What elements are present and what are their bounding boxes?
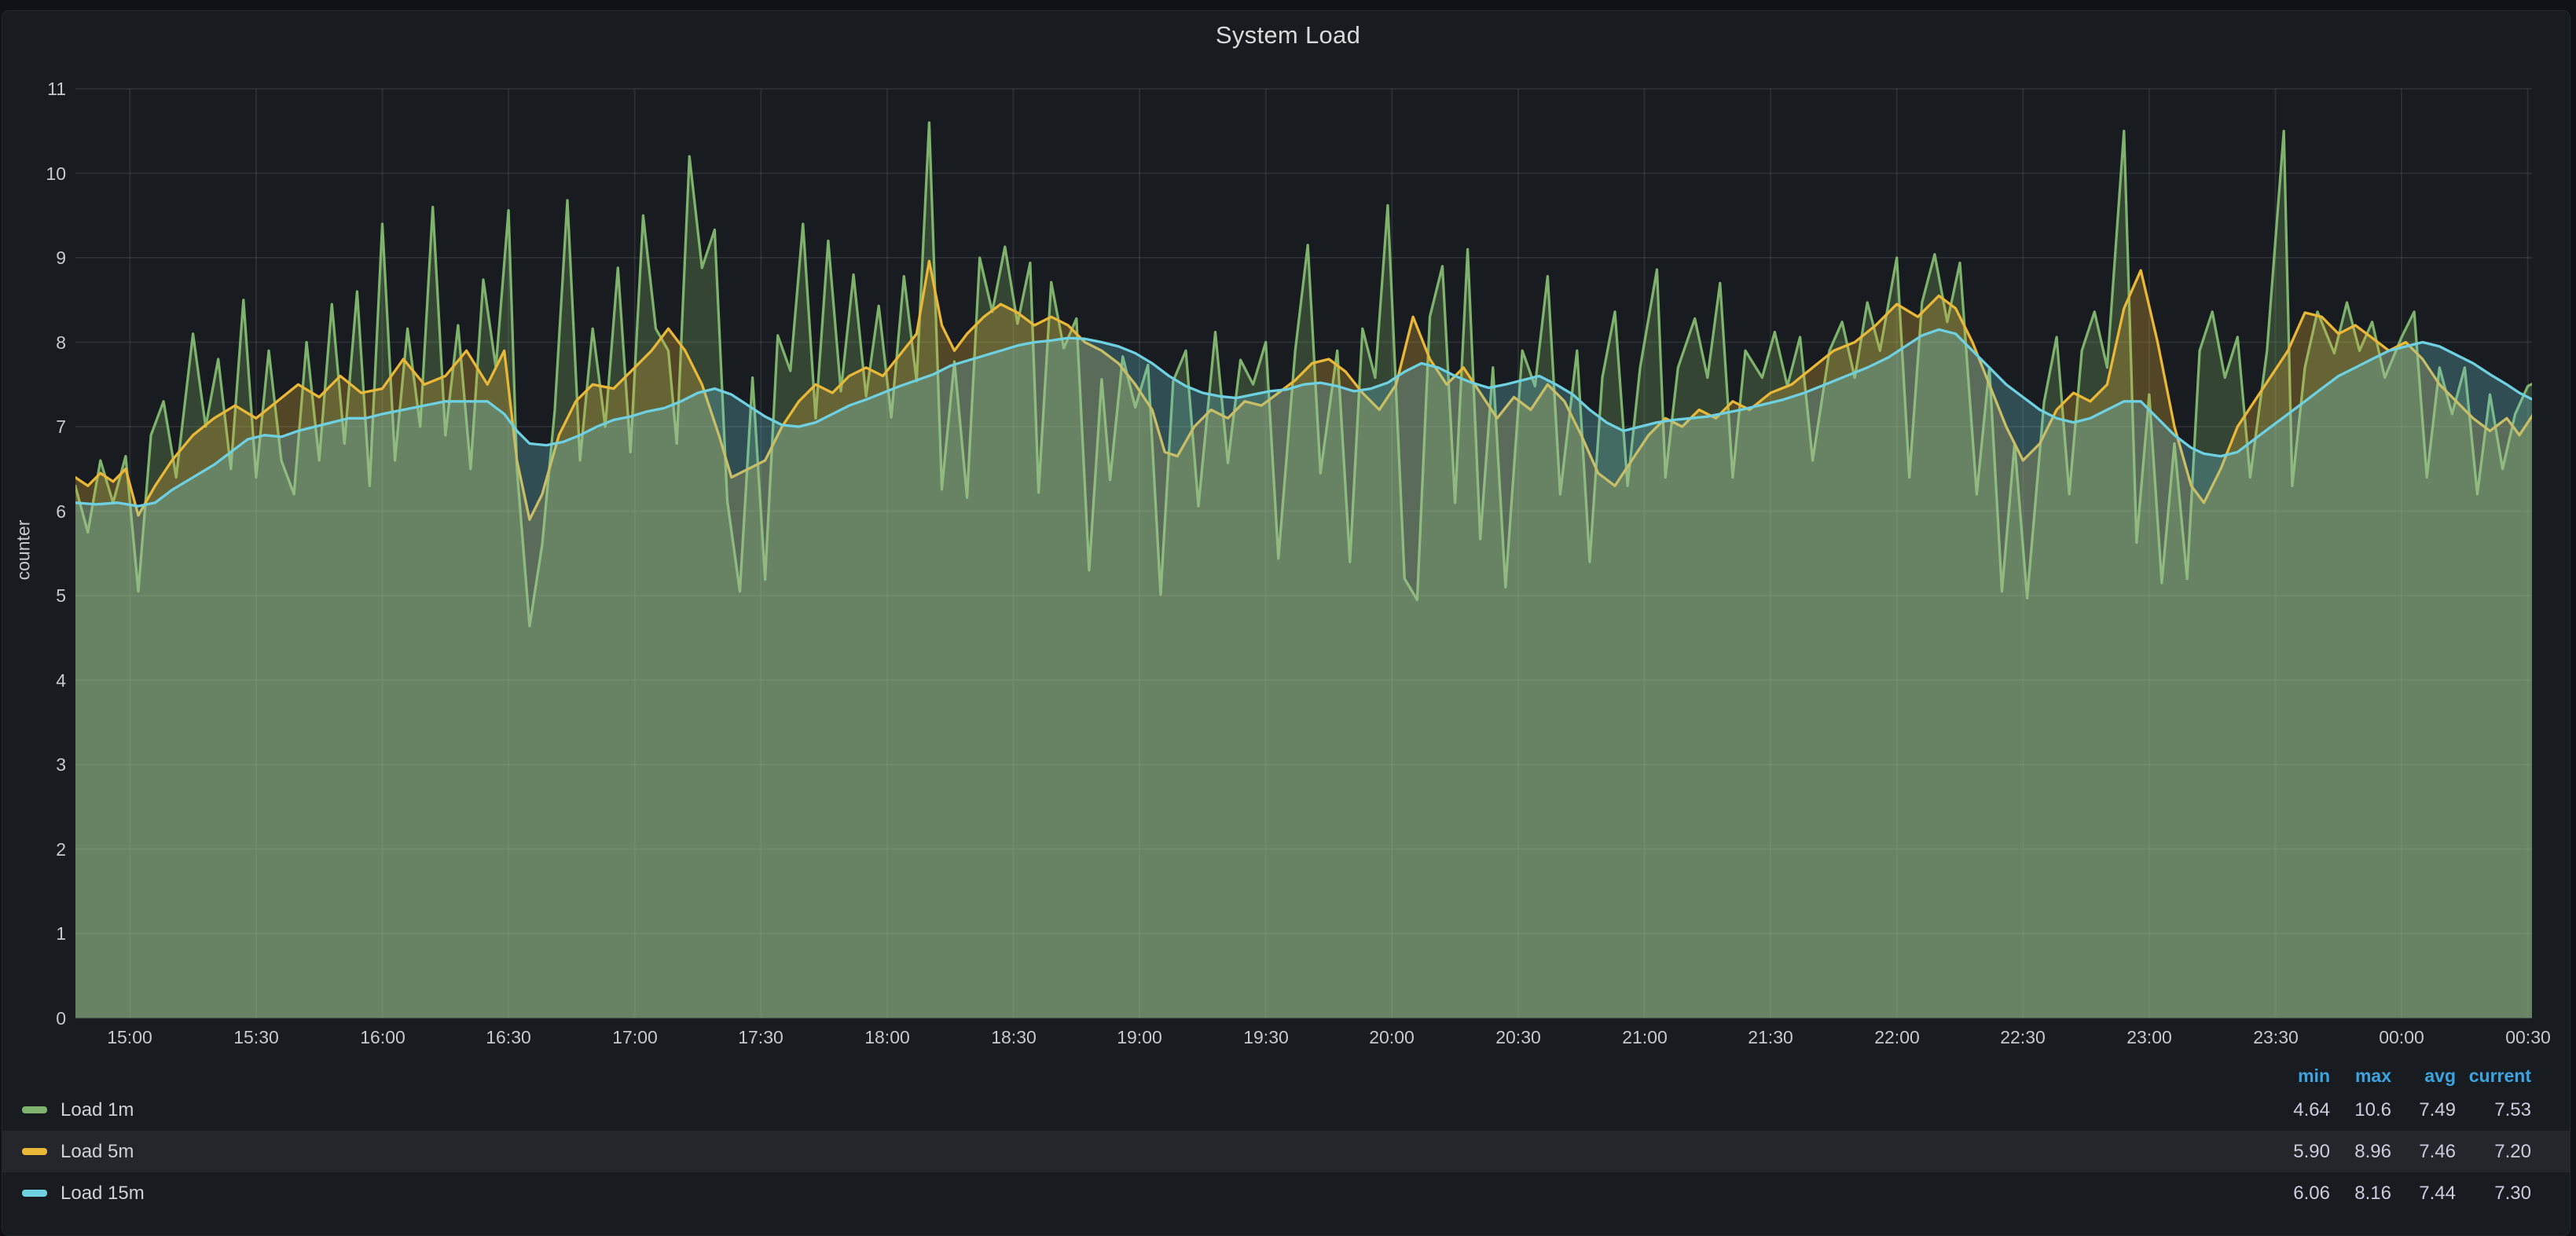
x-tick-label: 23:30 — [2225, 1027, 2327, 1047]
series-layer — [75, 123, 2537, 1018]
x-tick-label: 22:00 — [1846, 1027, 1948, 1047]
x-tick-label: 00:30 — [2477, 1027, 2576, 1047]
legend-row-load-5m[interactable]: Load 5m 5.908.967.467.20 — [2, 1131, 2570, 1172]
series-color-swatch[interactable] — [22, 1148, 47, 1155]
legend-rows: Load 1m4.6410.67.497.53Load 5m5.908.967.… — [2, 1089, 2570, 1214]
y-tick-label: 10 — [0, 163, 66, 184]
legend-stat-avg: 7.44 — [2391, 1183, 2456, 1205]
legend-stat-current: 7.20 — [2456, 1141, 2531, 1163]
x-tick-label: 00:00 — [2350, 1027, 2453, 1047]
x-tick-label: 15:00 — [79, 1027, 181, 1047]
legend-stat-min: 6.06 — [2259, 1183, 2330, 1205]
legend-series-label[interactable]: Load 15m — [22, 1183, 2259, 1205]
legend: minmaxavgcurrent Load 1m 4.6410.67.497.53… — [2, 1062, 2570, 1214]
area-load-15m — [75, 329, 2537, 1018]
x-tick-label: 16:00 — [332, 1027, 434, 1047]
x-tick-label: 16:30 — [457, 1027, 560, 1047]
x-tick-label: 21:30 — [1719, 1027, 1822, 1047]
x-tick-label: 17:30 — [710, 1027, 812, 1047]
legend-stat-current: 7.30 — [2456, 1183, 2531, 1205]
series-name: Load 5m — [61, 1141, 134, 1163]
legend-stat-avg: 7.46 — [2391, 1141, 2456, 1163]
x-tick-label: 21:00 — [1594, 1027, 1696, 1047]
x-tick-label: 17:00 — [584, 1027, 686, 1047]
y-tick-label: 9 — [0, 248, 66, 268]
legend-row-load-1m[interactable]: Load 1m 4.6410.67.497.53 — [2, 1089, 2570, 1131]
x-tick-label: 19:00 — [1088, 1027, 1191, 1047]
legend-stat-current: 7.53 — [2456, 1099, 2531, 1121]
series-color-swatch[interactable] — [22, 1106, 47, 1113]
legend-stat-avg: 7.49 — [2391, 1099, 2456, 1121]
y-tick-label: 2 — [0, 839, 66, 860]
x-tick-label: 20:30 — [1467, 1027, 1569, 1047]
legend-header: minmaxavgcurrent — [2, 1062, 2570, 1089]
x-tick-label: 22:30 — [1972, 1027, 2074, 1047]
y-tick-label: 3 — [0, 754, 66, 775]
legend-series-label[interactable]: Load 5m — [22, 1141, 2259, 1163]
y-tick-label: 5 — [0, 585, 66, 606]
legend-series-label[interactable]: Load 1m — [22, 1099, 2259, 1121]
series-color-swatch[interactable] — [22, 1190, 47, 1197]
y-tick-label: 6 — [0, 501, 66, 522]
x-tick-label: 20:00 — [1341, 1027, 1443, 1047]
legend-stat-max: 8.96 — [2330, 1141, 2391, 1163]
legend-stat-min: 5.90 — [2259, 1141, 2330, 1163]
legend-header-max[interactable]: max — [2330, 1065, 2391, 1087]
y-axis-label: counter — [13, 520, 35, 581]
legend-header-current[interactable]: current — [2456, 1065, 2531, 1087]
legend-header-min[interactable]: min — [2259, 1065, 2330, 1087]
legend-stat-max: 8.16 — [2330, 1183, 2391, 1205]
y-tick-label: 7 — [0, 416, 66, 437]
x-tick-label: 19:30 — [1215, 1027, 1317, 1047]
y-tick-label: 4 — [0, 670, 66, 691]
x-tick-label: 23:00 — [2098, 1027, 2200, 1047]
x-tick-label: 15:30 — [205, 1027, 307, 1047]
x-tick-label: 18:00 — [836, 1027, 938, 1047]
y-tick-label: 11 — [0, 79, 66, 99]
series-name: Load 1m — [61, 1099, 134, 1121]
x-tick-label: 18:30 — [963, 1027, 1065, 1047]
legend-stat-min: 4.64 — [2259, 1099, 2330, 1121]
y-tick-label: 1 — [0, 923, 66, 944]
series-name: Load 15m — [61, 1183, 145, 1205]
legend-stat-max: 10.6 — [2330, 1099, 2391, 1121]
legend-header-avg[interactable]: avg — [2391, 1065, 2456, 1087]
legend-row-load-15m[interactable]: Load 15m 6.068.167.447.30 — [2, 1172, 2570, 1214]
y-tick-label: 0 — [0, 1008, 66, 1029]
y-tick-label: 8 — [0, 332, 66, 353]
